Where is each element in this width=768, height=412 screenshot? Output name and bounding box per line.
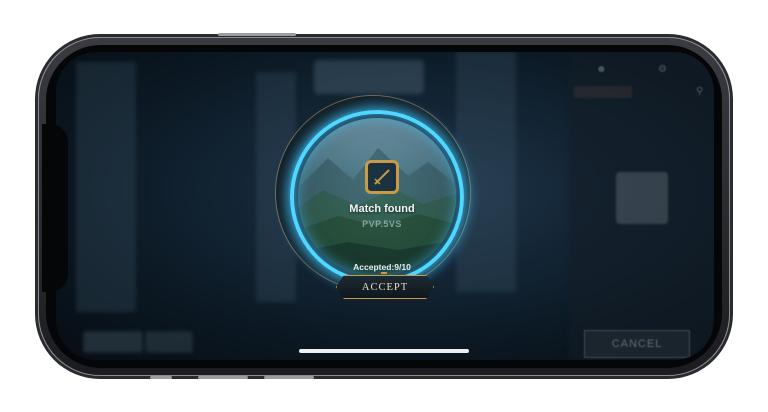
match-found-title: Match found <box>349 203 415 215</box>
match-ring-glow <box>290 110 464 284</box>
sword-emblem-icon <box>365 160 399 194</box>
lobby-bottom-button <box>146 332 192 352</box>
lobby-top-panel <box>314 60 424 94</box>
phone-side-button-bottom-3 <box>264 376 314 379</box>
match-mode-label: PVP.5VS <box>362 219 402 229</box>
cancel-button[interactable]: CANCEL <box>584 330 690 358</box>
lobby-bottom-button <box>84 332 142 352</box>
accept-button-ornament <box>381 272 387 274</box>
phone-side-button-top <box>218 33 296 36</box>
user-icon: ☻ <box>596 64 607 75</box>
accept-button[interactable]: ACCEPT <box>336 275 434 299</box>
phone-side-button-bottom-2 <box>198 376 248 379</box>
search-icon: ⚲ <box>696 86 704 97</box>
map-grid-icon <box>616 172 668 224</box>
lobby-top-right-badge <box>574 86 632 98</box>
settings-icon: ⚙ <box>658 64 667 75</box>
phone-notch <box>42 124 68 292</box>
background-tree <box>76 62 136 312</box>
phone-side-button-bottom-1 <box>150 376 172 379</box>
accepted-count: Accepted:9/10 <box>353 262 411 272</box>
home-indicator[interactable] <box>299 349 469 353</box>
